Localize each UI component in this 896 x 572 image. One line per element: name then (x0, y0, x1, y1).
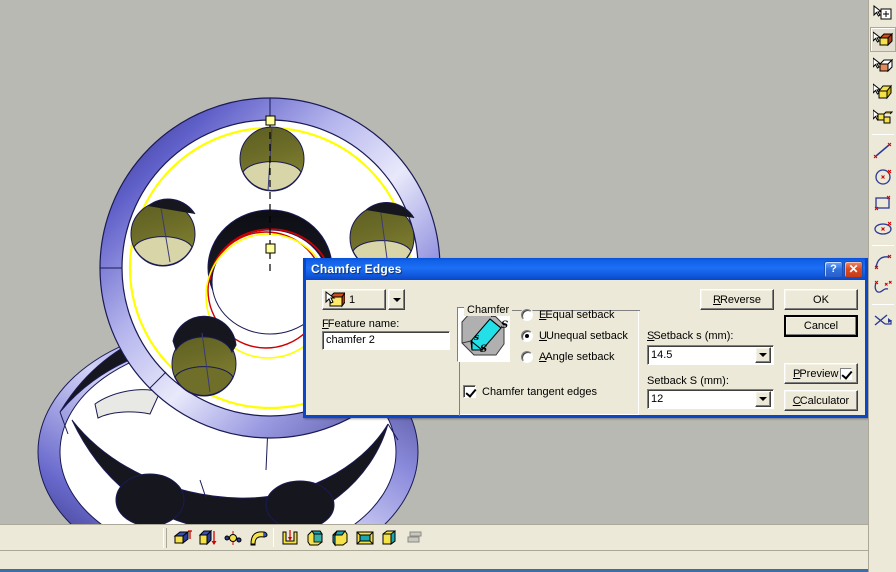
toolbar-separator (871, 304, 894, 305)
select-solid-body-icon[interactable] (869, 27, 896, 52)
setback-s-dropdown-arrow[interactable] (755, 347, 771, 363)
select-ellipse-icon[interactable] (870, 216, 896, 241)
selection-filter-toolbar[interactable] (868, 0, 896, 572)
bottom-toolbar[interactable] (0, 524, 868, 550)
checkbox-icon (463, 385, 476, 398)
toolbar-separator (871, 134, 894, 135)
radio-unequal-setback-label: UUnequal setback (539, 330, 628, 342)
bolt-hole (239, 126, 305, 192)
setback-s-label: SSetback s (mm): (647, 330, 734, 342)
toolbar-separator (871, 245, 894, 246)
radio-circle-icon (521, 330, 533, 342)
svg-text:S: S (480, 344, 487, 355)
radio-equal-setback[interactable]: EEqual setback (521, 309, 614, 321)
status-bar (0, 550, 868, 569)
extrude-icon[interactable] (170, 526, 195, 549)
pick-solid-icon (325, 291, 345, 308)
setback-S-dropdown-arrow[interactable] (755, 391, 771, 407)
radio-equal-setback-label: EEqual setback (539, 309, 615, 321)
reverse-button[interactable]: RReverse (700, 289, 774, 310)
axis-handle-bottom (265, 243, 276, 254)
selection-count-box[interactable]: 1 (322, 289, 386, 310)
select-spline-icon[interactable] (870, 275, 896, 300)
setback-S-value: 12 (651, 393, 664, 405)
radio-circle-icon (521, 351, 533, 363)
select-feature-icon[interactable] (870, 79, 896, 104)
radio-circle-icon (521, 309, 533, 321)
setback-s-combo[interactable]: 14.5 (647, 345, 774, 365)
bolt-hole (171, 315, 237, 397)
feature-name-label-text: Feature name: (327, 318, 400, 330)
hollow-box-icon[interactable] (352, 526, 377, 549)
preview-checkbox-icon[interactable] (840, 368, 852, 380)
feature-name-input[interactable]: chamfer 2 (322, 331, 450, 350)
chevron-down-icon (392, 297, 401, 302)
reverse-button-label: RReverse (713, 293, 761, 306)
select-line-icon[interactable] (870, 138, 896, 163)
selection-dropdown-arrow[interactable] (388, 289, 405, 310)
calculator-button[interactable]: CCalculator (784, 390, 858, 411)
draft-icon[interactable] (377, 526, 402, 549)
select-datum-icon[interactable] (870, 1, 896, 26)
setback-s-value: 14.5 (651, 349, 673, 361)
shell-icon[interactable] (277, 526, 302, 549)
preview-button-label: PPreview (793, 367, 839, 380)
chamfer-group-legend: Chamfer (464, 304, 513, 316)
dialog-titlebar[interactable]: Chamfer Edges ? ✕ (306, 258, 865, 280)
chevron-down-icon (759, 397, 767, 401)
feature-toolbar-group (163, 526, 427, 550)
dialog-title: Chamfer Edges (311, 262, 402, 276)
select-rectangle-icon[interactable] (870, 190, 896, 215)
revolve-icon[interactable] (195, 526, 220, 549)
close-icon[interactable]: ✕ (844, 260, 863, 278)
calculator-button-label: CCalculator (792, 394, 850, 407)
help-icon[interactable]: ? (824, 260, 843, 278)
fillet-icon[interactable] (327, 526, 352, 549)
select-face-icon[interactable] (870, 53, 896, 78)
select-trim-icon[interactable] (870, 308, 896, 333)
setback-S-combo[interactable]: 12 (647, 389, 774, 409)
selection-count: 1 (349, 293, 356, 306)
svg-text:s: s (474, 333, 479, 343)
svg-text:S: S (501, 320, 508, 331)
select-circle-icon[interactable] (870, 164, 896, 189)
toolbar-grip[interactable] (163, 527, 167, 548)
toolbar-separator (273, 528, 274, 547)
loft-icon[interactable] (245, 526, 270, 549)
radio-angle-setback[interactable]: AAngle setback (521, 351, 614, 363)
radio-unequal-setback[interactable]: UUnequal setback (521, 330, 628, 342)
radio-angle-setback-label: AAngle setback (539, 351, 615, 363)
sweep-icon[interactable] (220, 526, 245, 549)
select-arc-icon[interactable] (870, 249, 896, 274)
select-component-icon[interactable] (870, 105, 896, 130)
status-bar-text (0, 555, 4, 567)
chamfer-tangent-edges-label: Chamfer tangent edges (482, 385, 597, 398)
preview-button[interactable]: PPreview (784, 363, 858, 384)
pattern-icon[interactable] (402, 526, 427, 549)
cancel-button[interactable]: Cancel (784, 315, 858, 337)
axis-handle-top (265, 115, 276, 126)
feature-name-label: FFeature name: (322, 318, 400, 330)
chamfer-icon[interactable] (302, 526, 327, 549)
chevron-down-icon (759, 353, 767, 357)
chamfer-tangent-edges-checkbox[interactable]: Chamfer tangent edges (463, 385, 597, 398)
setback-S-label: Setback S (mm): (647, 375, 729, 387)
ok-button[interactable]: OK (784, 289, 858, 310)
